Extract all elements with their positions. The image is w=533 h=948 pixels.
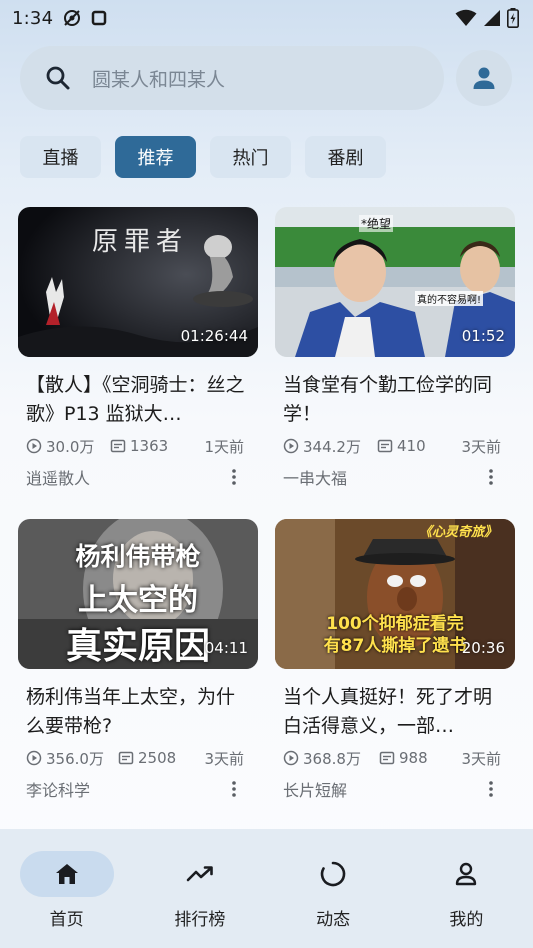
more-options-button[interactable] xyxy=(228,779,240,799)
video-title[interactable]: 当食堂有个勤工俭学的同学！ xyxy=(283,371,509,429)
nav-ranking[interactable]: 排行榜 xyxy=(133,829,266,948)
video-duration: 04:11 xyxy=(204,639,248,657)
danmaku-icon xyxy=(377,439,393,453)
nav-dynamics-label: 动态 xyxy=(316,910,351,930)
video-meta: 368.8万 988 3天前 xyxy=(283,747,515,769)
nav-profile-label: 我的 xyxy=(449,910,484,930)
video-title[interactable]: 【散人】《空洞骑士：丝之歌》P13 监狱大… xyxy=(26,371,252,429)
account-button[interactable] xyxy=(456,50,512,106)
danmaku-icon xyxy=(379,751,395,765)
status-bar: 1:34 xyxy=(0,0,533,36)
danmaku-icon xyxy=(118,751,134,765)
nav-home-label: 首页 xyxy=(49,910,84,930)
more-vert-icon xyxy=(232,469,236,485)
publish-time: 1天前 xyxy=(204,437,244,456)
author-name[interactable]: 长片短解 xyxy=(283,777,347,801)
thumbnail-caption: 原罪者 xyxy=(92,227,189,257)
thumbnail-subtitle: 真的不容易啊! xyxy=(415,291,484,306)
video-thumbnail[interactable]: 杨利伟带枪 上太空的 真实原因 04:11 xyxy=(18,519,258,669)
play-circle-icon xyxy=(26,438,42,454)
nav-dynamics[interactable]: 动态 xyxy=(267,829,400,948)
refresh-circle-icon xyxy=(320,861,346,887)
more-options-button[interactable] xyxy=(485,779,497,799)
play-circle-icon xyxy=(283,438,299,454)
video-title[interactable]: 当个人真挺好！死了才明白活得意义，一部… xyxy=(283,683,509,741)
nav-ranking-label: 排行榜 xyxy=(174,910,226,930)
video-duration: 01:52 xyxy=(461,327,505,345)
video-duration: 20:36 xyxy=(461,639,505,657)
play-circle-icon xyxy=(26,750,42,766)
video-card[interactable]: 杨利伟带枪 上太空的 真实原因 04:11 杨利伟当年上太空，为什么要带枪? 3… xyxy=(18,519,258,801)
video-thumbnail[interactable]: *绝望 真的不容易啊! 01:52 xyxy=(275,207,515,357)
danmaku-count: 2508 xyxy=(138,749,177,767)
video-card[interactable]: *绝望 真的不容易啊! 01:52 当食堂有个勤工俭学的同学！ 344.2万 4… xyxy=(275,207,515,489)
danmaku-icon xyxy=(110,439,126,453)
person-icon xyxy=(456,862,477,886)
view-count: 344.2万 xyxy=(303,437,361,456)
view-count: 356.0万 xyxy=(46,749,104,768)
video-meta: 356.0万 2508 3天前 xyxy=(26,747,258,769)
search-row: 圆某人和四某人 xyxy=(20,46,513,110)
thumbnail-caption-2: 上太空的 xyxy=(78,583,198,618)
video-title[interactable]: 杨利伟当年上太空，为什么要带枪? xyxy=(26,683,252,741)
tab-anime[interactable]: 番剧 xyxy=(305,136,386,178)
account-icon xyxy=(473,67,495,89)
video-card[interactable]: 《心灵奇旅》 100个抑郁症看完 有87人撕掉了遗书 20:36 当个人真挺好！… xyxy=(275,519,515,801)
more-options-button[interactable] xyxy=(485,467,497,487)
tab-hot[interactable]: 热门 xyxy=(210,136,291,178)
view-count: 368.8万 xyxy=(303,749,361,768)
search-input[interactable]: 圆某人和四某人 xyxy=(20,46,444,110)
square-icon xyxy=(91,10,107,26)
search-icon xyxy=(46,66,70,90)
hotspot-off-icon xyxy=(64,10,81,26)
more-vert-icon xyxy=(489,781,493,797)
publish-time: 3天前 xyxy=(461,437,501,456)
wifi-icon xyxy=(455,9,477,26)
battery-charging-icon xyxy=(507,8,519,28)
home-icon xyxy=(55,864,78,884)
bottom-navigation: 首页 排行榜 动态 我的 xyxy=(0,829,533,948)
tab-recommend[interactable]: 推荐 xyxy=(115,136,196,178)
more-vert-icon xyxy=(232,781,236,797)
author-name[interactable]: 李论科学 xyxy=(26,777,90,801)
signal-icon xyxy=(484,10,500,26)
trending-icon xyxy=(186,866,213,882)
tab-live[interactable]: 直播 xyxy=(20,136,101,178)
danmaku-count: 988 xyxy=(399,749,428,767)
thumbnail-caption: 杨利伟带枪 xyxy=(75,542,201,571)
publish-time: 3天前 xyxy=(204,749,244,768)
video-thumbnail[interactable]: 原罪者 01:26:44 xyxy=(18,207,258,357)
video-card[interactable]: 原罪者 01:26:44 【散人】《空洞骑士：丝之歌》P13 监狱大… 30.0… xyxy=(18,207,258,489)
author-name[interactable]: 一串大福 xyxy=(283,465,347,489)
more-options-button[interactable] xyxy=(228,467,240,487)
category-tabs: 直播 推荐 热门 番剧 xyxy=(20,136,386,178)
thumbnail-caption: 《心灵奇旅》 xyxy=(418,525,497,540)
video-duration: 01:26:44 xyxy=(180,327,248,345)
play-circle-icon xyxy=(283,750,299,766)
more-vert-icon xyxy=(489,469,493,485)
status-time: 1:34 xyxy=(12,7,54,29)
search-placeholder: 圆某人和四某人 xyxy=(92,68,226,91)
publish-time: 3天前 xyxy=(461,749,501,768)
video-thumbnail[interactable]: 《心灵奇旅》 100个抑郁症看完 有87人撕掉了遗书 20:36 xyxy=(275,519,515,669)
thumbnail-caption: *绝望 xyxy=(359,215,394,232)
danmaku-count: 410 xyxy=(397,437,426,455)
nav-profile[interactable]: 我的 xyxy=(400,829,533,948)
view-count: 30.0万 xyxy=(46,437,95,456)
nav-home[interactable]: 首页 xyxy=(0,829,133,948)
video-meta: 344.2万 410 3天前 xyxy=(283,435,515,457)
danmaku-count: 1363 xyxy=(130,437,169,455)
author-name[interactable]: 逍遥散人 xyxy=(26,465,90,489)
video-meta: 30.0万 1363 1天前 xyxy=(26,435,258,457)
